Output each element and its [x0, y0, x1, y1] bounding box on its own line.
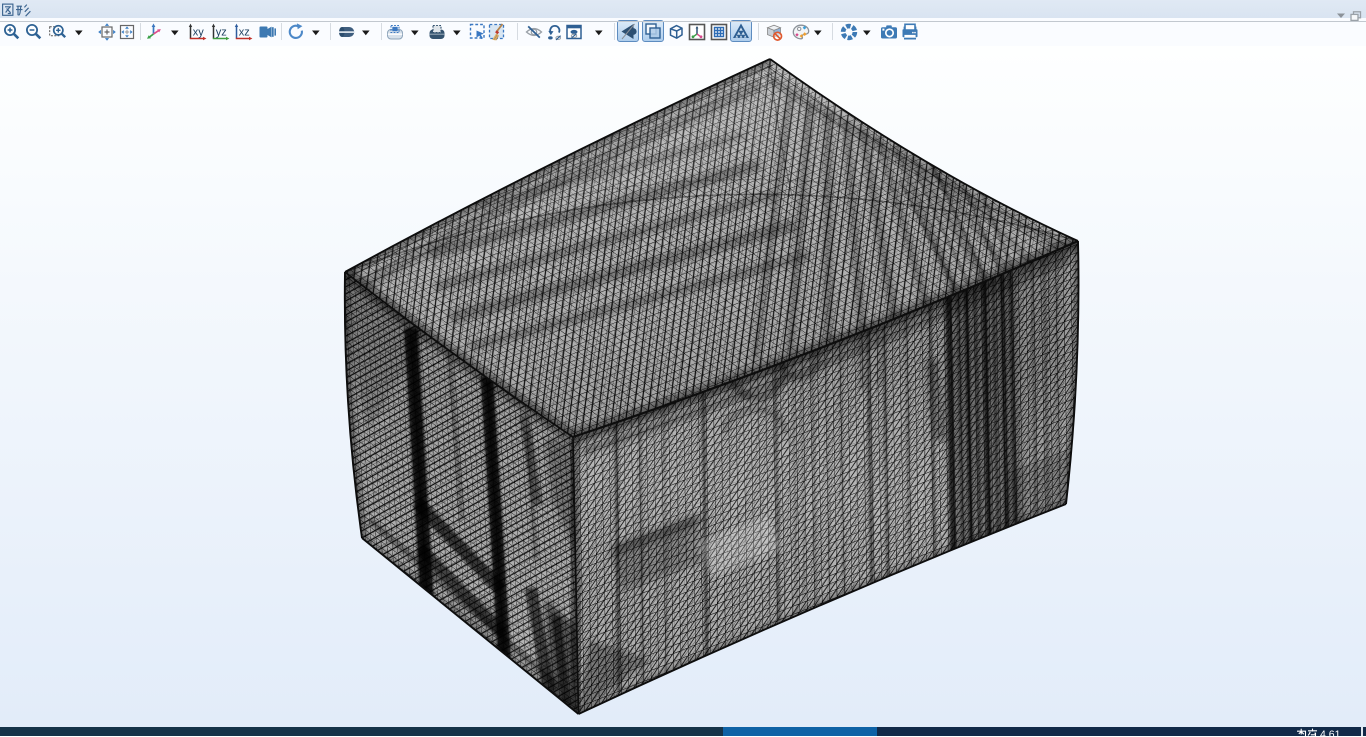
svg-text:yz: yz	[216, 27, 227, 39]
svg-text:xz: xz	[239, 27, 250, 39]
svg-text:xy: xy	[193, 27, 205, 39]
